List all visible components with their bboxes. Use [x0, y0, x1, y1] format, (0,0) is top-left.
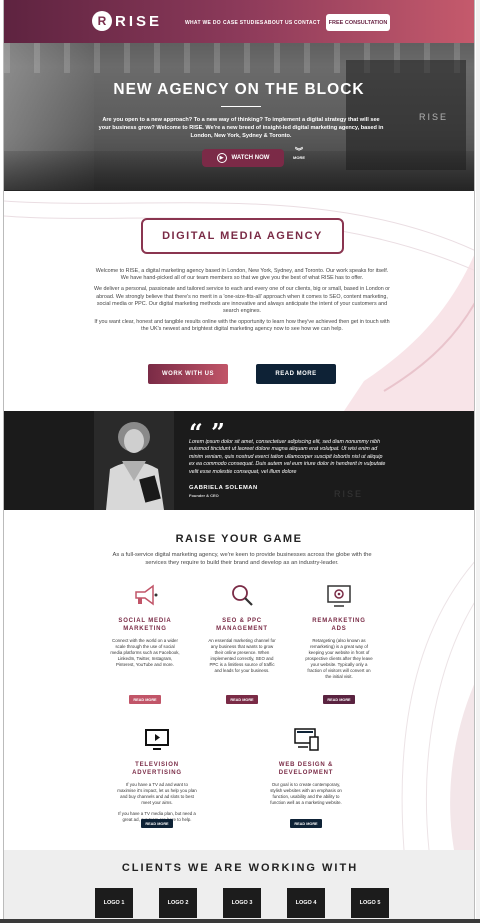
devices-icon: [294, 728, 319, 751]
service-text: Retargeting (also known as remarketing) …: [305, 638, 373, 679]
hero-divider: [221, 106, 261, 107]
client-logo[interactable]: LOGO 5: [351, 888, 389, 918]
navbar: R RISE WHAT WE DO CASE STUDIES ABOUT US …: [4, 0, 474, 43]
wall-sign-text: RISE: [418, 112, 448, 122]
agency-title: DIGITAL MEDIA AGENCY: [162, 230, 323, 242]
work-with-us-button[interactable]: WORK WITH US: [148, 364, 228, 384]
service-seo-ppc: SEO & PPC MANAGEMENT An essential market…: [207, 581, 277, 706]
service-text: Our goal is to create contemporary, styl…: [270, 782, 342, 805]
nav-link-contact[interactable]: CONTACT: [294, 20, 320, 26]
testimonial-bg-sign: RISE: [334, 489, 364, 499]
brand-name: RISE: [115, 12, 163, 30]
client-logo[interactable]: LOGO 3: [223, 888, 261, 918]
service-television: TELEVISION ADVERTISING If you have a TV …: [117, 725, 197, 830]
agency-text: Welcome to RISE, a digital marketing age…: [92, 268, 392, 338]
service-title: SEO & PPC MANAGEMENT: [216, 618, 268, 632]
free-consultation-button[interactable]: FREE CONSULTATION: [326, 14, 390, 31]
scrollbar[interactable]: [476, 0, 480, 923]
service-social-media: SOCIAL MEDIA MARKETING Connect with the …: [110, 581, 180, 706]
services-title: RAISE YOUR GAME: [175, 533, 303, 545]
client-logo[interactable]: LOGO 2: [159, 888, 197, 918]
agency-paragraph: If you want clear, honest and tangible r…: [94, 319, 390, 333]
nav-link-what-we-do[interactable]: WHAT WE DO: [185, 20, 221, 26]
hero-section: RISE R RISE WHAT WE DO CASE STUDIES ABOU…: [4, 0, 474, 191]
play-icon: ▶: [216, 153, 227, 163]
target-screen-icon: [327, 585, 351, 607]
agency-paragraph: We deliver a personal, passionate and ta…: [94, 286, 390, 315]
testimonial-quote: Lorem ipsum dolor sit amet, consectetuer…: [189, 439, 386, 475]
scroll-more-link[interactable]: ︾ MORE: [293, 148, 305, 161]
hero-title: NEW AGENCY ON THE BLOCK: [113, 81, 365, 98]
service-remarketing: REMARKETING ADS Retargeting (also known …: [304, 581, 374, 706]
service-read-more-button[interactable]: READ MORE: [129, 695, 161, 704]
hero-lead: Are you open to a new approach? To a new…: [98, 117, 384, 139]
service-title: REMARKETING ADS: [312, 618, 366, 632]
services-intro: As a full-service digital marketing agen…: [112, 552, 372, 566]
service-text: If you have a TV ad and want to maximise…: [117, 782, 197, 805]
testimonial-role: Founder & CEO: [189, 493, 219, 498]
clients-section: CLIENTS WE ARE WORKING WITH LOGO 1 LOGO …: [4, 850, 474, 923]
service-read-more-button[interactable]: READ MORE: [323, 695, 355, 704]
nav-link-case-studies[interactable]: CASE STUDIES: [223, 20, 264, 26]
service-read-more-button[interactable]: READ MORE: [290, 819, 322, 828]
watch-now-button[interactable]: ▶ WATCH NOW: [202, 149, 284, 167]
bottom-edge: [0, 919, 480, 923]
testimonial-name: GABRIELA SOLEMAN: [189, 485, 258, 491]
nav-link-about-us[interactable]: ABOUT US: [264, 20, 293, 26]
service-title: TELEVISION ADVERTISING: [132, 762, 182, 776]
logo-mark-icon: R: [92, 11, 112, 31]
service-read-more-button[interactable]: READ MORE: [226, 695, 258, 704]
service-text: An essential marketing channel for any b…: [208, 638, 276, 673]
brand-logo[interactable]: R RISE: [92, 11, 162, 31]
service-text: Connect with the world on a wider scale …: [110, 638, 180, 667]
agency-title-box: DIGITAL MEDIA AGENCY: [141, 218, 344, 254]
clients-title: CLIENTS WE ARE WORKING WITH: [121, 862, 359, 874]
founder-photo: [94, 411, 174, 510]
service-title: WEB DESIGN & DEVELOPMENT: [278, 762, 334, 776]
magnifier-icon: [232, 585, 253, 606]
more-label: MORE: [293, 155, 305, 160]
read-more-button[interactable]: READ MORE: [256, 364, 336, 384]
client-logo[interactable]: LOGO 4: [287, 888, 325, 918]
service-web-design: WEB DESIGN & DEVELOPMENT Our goal is to …: [266, 725, 346, 830]
logo-mark-letter: R: [97, 14, 107, 28]
service-title: SOCIAL MEDIA MARKETING: [118, 618, 172, 632]
agency-paragraph: Welcome to RISE, a digital marketing age…: [95, 268, 389, 282]
television-icon: [145, 729, 169, 750]
watch-now-label: WATCH NOW: [231, 155, 270, 161]
service-read-more-button[interactable]: READ MORE: [141, 819, 173, 828]
page: RISE R RISE WHAT WE DO CASE STUDIES ABOU…: [3, 0, 475, 923]
megaphone-icon: [135, 584, 158, 606]
client-logo[interactable]: LOGO 1: [95, 888, 133, 918]
